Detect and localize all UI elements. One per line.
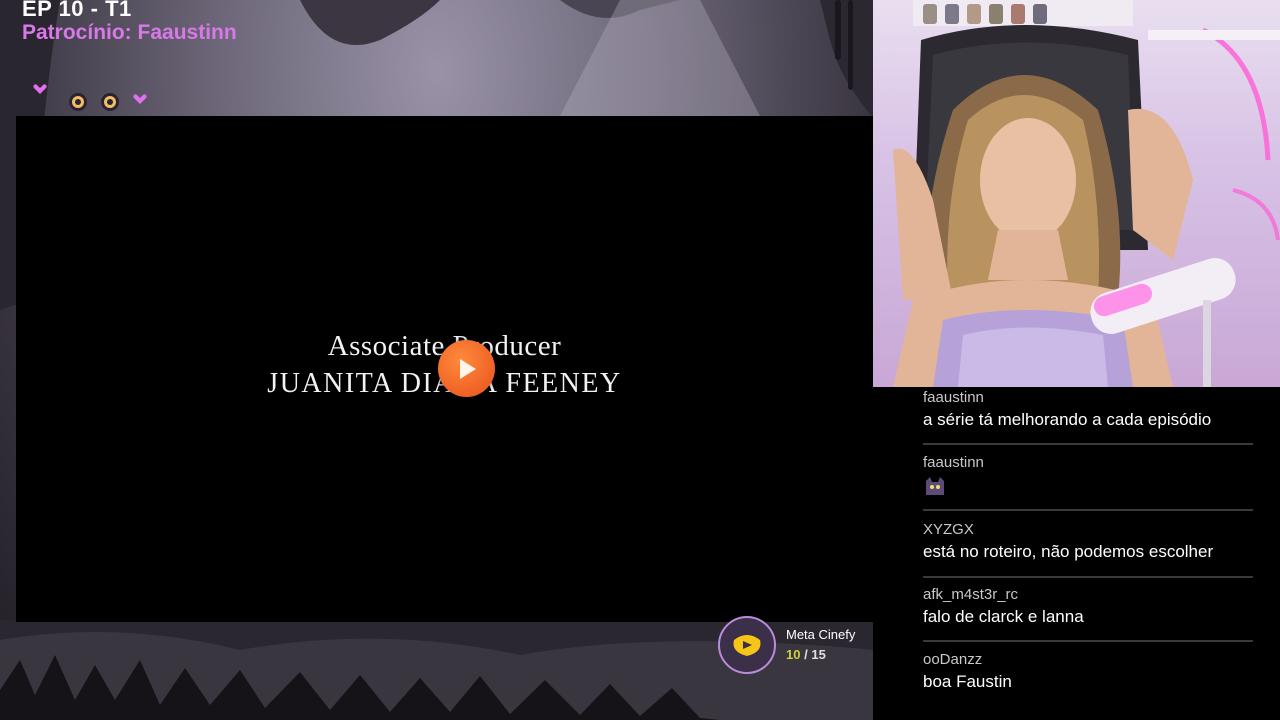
chat-message: faaustinn [923, 454, 1253, 497]
chat-divider [923, 443, 1253, 445]
chat-message-text: a série tá melhorando a cada episódio [923, 410, 1212, 429]
main-video-player[interactable]: Associate Producer JUANITA DIANA FEENEY [16, 116, 873, 622]
sponsor-text: Patrocínio: Faaustinn [22, 21, 237, 44]
chat-message-text: falo de clarck e lanna [923, 607, 1084, 626]
chat-divider [923, 640, 1253, 642]
episode-title: EP 10 - T1 [22, 0, 132, 21]
chat-message: afk_m4st3r_rc falo de clarck e lanna [923, 586, 1253, 627]
meta-current-value: 10 [786, 647, 801, 662]
meta-total-value: 15 [811, 647, 826, 662]
play-button[interactable] [438, 340, 495, 397]
play-icon [459, 358, 476, 379]
chat-username: faaustinn [923, 454, 984, 471]
chat-message: ooDanzz boa Faustin [923, 651, 1253, 692]
webcam-feed [873, 0, 1280, 387]
chat-divider [923, 509, 1253, 511]
chat-message: XYZGX está no roteiro, não podemos escol… [923, 521, 1253, 562]
cat-emote-icon [926, 477, 944, 495]
cinefy-logo-icon [733, 635, 761, 656]
eyes-emote-icon [33, 84, 147, 111]
chat-message-text: boa Faustin [923, 672, 1012, 691]
chat-username: ooDanzz [923, 651, 983, 668]
chat-username: afk_m4st3r_rc [923, 586, 1019, 603]
chat-panel: faaustinn a série tá melhorando a cada e… [873, 387, 1280, 720]
meta-separator: / [804, 647, 808, 662]
chat-message-text: está no roteiro, não podemos escolher [923, 542, 1214, 561]
meta-label: Meta Cinefy [786, 627, 856, 642]
meta-progress-count: 10 / 15 [786, 647, 826, 662]
streamer-webcam-image [893, 0, 1280, 387]
cinefy-badge [718, 616, 776, 674]
chat-username: faaustinn [923, 389, 984, 406]
chat-divider [923, 576, 1253, 578]
meta-cinefy-widget: Meta Cinefy 10 / 15 [712, 612, 877, 676]
chat-message: faaustinn a série tá melhorando a cada e… [923, 389, 1253, 430]
chat-username: XYZGX [923, 521, 974, 538]
